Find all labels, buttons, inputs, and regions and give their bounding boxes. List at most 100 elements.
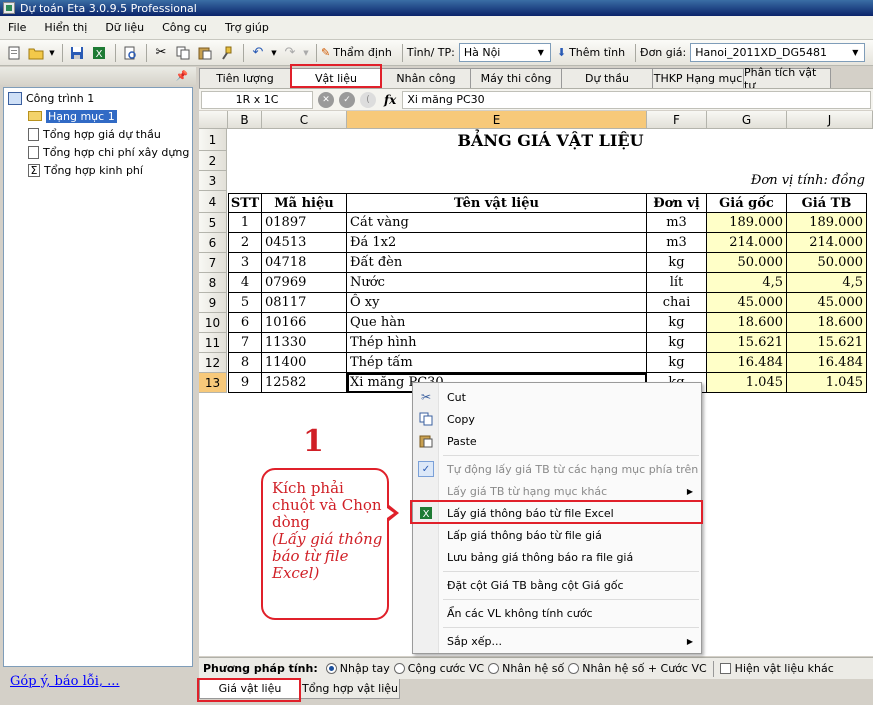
cell-avg-price[interactable]: 18.600 (787, 313, 867, 333)
tree-root[interactable]: Công trình 1 (8, 90, 94, 106)
tree-item-budget-summary[interactable]: Σ Tổng hợp kinh phí (28, 162, 143, 178)
cell-base-price[interactable]: 15.621 (707, 333, 787, 353)
show-other-checkbox[interactable] (719, 663, 731, 674)
cell-base-price[interactable]: 18.600 (707, 313, 787, 333)
row-header[interactable]: 7 (199, 253, 227, 273)
excel-icon[interactable]: X (89, 43, 109, 63)
header-code[interactable]: Mã hiệu (262, 193, 347, 213)
cell-unit[interactable]: lít (647, 273, 707, 293)
tree-item-hang-muc-1[interactable]: Hạng mục 1 (28, 108, 117, 124)
cell-material-name[interactable]: Que hàn (347, 313, 647, 333)
menu-tools[interactable]: Công cụ (162, 21, 207, 34)
column-header-b[interactable]: B (228, 111, 262, 129)
tab-item-summary[interactable]: THKP Hạng mục (652, 68, 744, 88)
cell-material-name[interactable]: Ô xy (347, 293, 647, 313)
cell-avg-price[interactable]: 45.000 (787, 293, 867, 313)
tab-bid[interactable]: Dự thầu (561, 68, 653, 88)
cell-stt[interactable]: 1 (228, 213, 262, 233)
cell-stt[interactable]: 5 (228, 293, 262, 313)
fx-icon[interactable]: fx (384, 93, 396, 107)
cell-material-name[interactable]: Thép hình (347, 333, 647, 353)
redo-icon[interactable]: ↷ (280, 43, 300, 63)
menu-item-cut[interactable]: ✂ Cut (413, 387, 701, 407)
cell-base-price[interactable]: 16.484 (707, 353, 787, 373)
cell-avg-price[interactable]: 50.000 (787, 253, 867, 273)
cell-reference[interactable]: 1R x 1C (201, 90, 313, 109)
dropdown-arrow-icon[interactable]: ▼ (270, 43, 278, 63)
menu-file[interactable]: File (8, 21, 26, 34)
tab-labor[interactable]: Nhân công (381, 68, 471, 88)
menu-item-set-column[interactable]: Đặt cột Giá TB bằng cột Giá gốc (413, 575, 701, 595)
new-icon[interactable] (4, 43, 24, 63)
row-header[interactable]: 4 (199, 191, 227, 213)
header-stt[interactable]: STT (228, 193, 262, 213)
cell-unit[interactable]: chai (647, 293, 707, 313)
corner-cell[interactable] (199, 111, 228, 129)
dropdown-arrow-icon[interactable]: ▼ (48, 43, 56, 63)
menu-item-price-from-other[interactable]: Lấy giá TB từ hạng mục khác ▶ (413, 481, 701, 501)
column-header-g[interactable]: G (707, 111, 787, 129)
menu-item-save-price[interactable]: Lưu bảng giá thông báo ra file giá (413, 547, 701, 567)
cell-stt[interactable]: 3 (228, 253, 262, 273)
cell-stt[interactable]: 4 (228, 273, 262, 293)
cell-stt[interactable]: 9 (228, 373, 262, 393)
open-folder-icon[interactable] (26, 43, 46, 63)
column-header-e[interactable]: E (347, 111, 647, 129)
cell-code[interactable]: 07969 (262, 273, 347, 293)
column-header-j[interactable]: J (787, 111, 873, 129)
cell-avg-price[interactable]: 214.000 (787, 233, 867, 253)
row-header[interactable]: 9 (199, 293, 227, 313)
menu-item-auto-price[interactable]: ✓ Tự động lấy giá TB từ các hạng mục phí… (413, 459, 701, 479)
cell-base-price[interactable]: 1.045 (707, 373, 787, 393)
row-header[interactable]: 2 (199, 151, 227, 171)
pin-icon[interactable]: 📌 (176, 71, 188, 82)
cell-avg-price[interactable]: 1.045 (787, 373, 867, 393)
row-header[interactable]: 12 (199, 353, 227, 373)
confirm-icon[interactable]: ✓ (339, 91, 355, 108)
price-select[interactable]: Hanoi_2011XD_DG5481 ▼ (690, 43, 866, 62)
menu-item-paste[interactable]: Paste (413, 431, 701, 451)
cell-material-name[interactable]: Đá 1x2 (347, 233, 647, 253)
row-header[interactable]: 6 (199, 233, 227, 253)
cell-code[interactable]: 08117 (262, 293, 347, 313)
header-material-name[interactable]: Tên vật liệu (347, 193, 647, 213)
cell-unit[interactable]: kg (647, 333, 707, 353)
menu-help[interactable]: Trợ giúp (225, 21, 269, 34)
menu-view[interactable]: Hiển thị (44, 21, 87, 34)
tab-machinery[interactable]: Máy thi công (470, 68, 562, 88)
cell-material-name[interactable]: Thép tấm (347, 353, 647, 373)
paste-icon[interactable] (195, 43, 215, 63)
feedback-link[interactable]: Góp ý, báo lỗi, ... (10, 674, 120, 689)
print-preview-icon[interactable] (120, 43, 140, 63)
review-button[interactable]: ✎ Thẩm định (321, 46, 392, 59)
header-avg-price[interactable]: Giá TB (787, 193, 867, 213)
tree-item-bid-summary[interactable]: Tổng hợp giá dự thầu (28, 126, 161, 142)
menu-data[interactable]: Dữ liệu (105, 21, 144, 34)
cancel-icon[interactable]: ✕ (318, 91, 334, 108)
cell-stt[interactable]: 7 (228, 333, 262, 353)
cell-avg-price[interactable]: 16.484 (787, 353, 867, 373)
cell-base-price[interactable]: 4,5 (707, 273, 787, 293)
dropdown-arrow-icon[interactable]: ▼ (302, 43, 310, 63)
row-header[interactable]: 8 (199, 273, 227, 293)
row-header[interactable]: 10 (199, 313, 227, 333)
cell-stt[interactable]: 2 (228, 233, 262, 253)
radio-multiply-freight[interactable] (568, 663, 580, 674)
radio-manual[interactable] (325, 663, 337, 674)
cell-unit[interactable]: m3 (647, 233, 707, 253)
undo-icon[interactable]: ↶ (248, 43, 268, 63)
cell-base-price[interactable]: 189.000 (707, 213, 787, 233)
add-province-button[interactable]: ⬇ Thêm tỉnh (557, 46, 625, 59)
copy-icon[interactable] (173, 43, 193, 63)
cell-base-price[interactable]: 214.000 (707, 233, 787, 253)
cell-stt[interactable]: 8 (228, 353, 262, 373)
cut-icon[interactable]: ✂ (151, 43, 171, 63)
cell-material-name[interactable]: Cát vàng (347, 213, 647, 233)
cell-code[interactable]: 04718 (262, 253, 347, 273)
header-base-price[interactable]: Giá gốc (707, 193, 787, 213)
row-header[interactable]: 11 (199, 333, 227, 353)
cell-avg-price[interactable]: 4,5 (787, 273, 867, 293)
column-header-c[interactable]: C (262, 111, 347, 129)
row-header[interactable]: 3 (199, 171, 227, 191)
menu-item-copy[interactable]: Copy (413, 409, 701, 429)
